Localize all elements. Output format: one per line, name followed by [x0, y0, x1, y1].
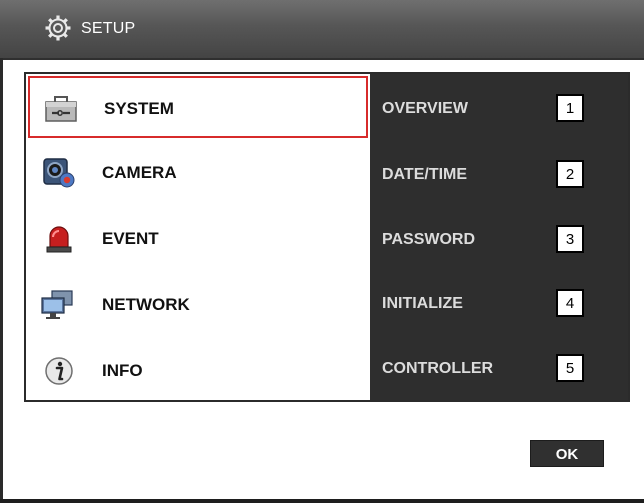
submenu-item-label: PASSWORD	[382, 231, 476, 248]
alarm-light-icon	[46, 226, 72, 253]
ok-button[interactable]: OK	[530, 440, 604, 467]
setup-menu: SYSTEM CAMERA EVENT NETWORK INFO	[26, 74, 370, 400]
gear-icon	[45, 15, 71, 41]
menu-item-network[interactable]: NETWORK	[28, 274, 368, 336]
menu-item-label: CAMERA	[102, 163, 177, 182]
camera-icon	[43, 158, 75, 188]
info-icon	[45, 357, 73, 385]
menu-item-info[interactable]: INFO	[28, 340, 368, 402]
window-edge	[0, 58, 3, 503]
submenu-item-password[interactable]: PASSWORD 3	[370, 209, 628, 273]
number-badge: 1	[556, 94, 584, 122]
number-badge: 4	[556, 289, 584, 317]
submenu-item-label: CONTROLLER	[382, 360, 494, 377]
submenu-item-controller[interactable]: CONTROLLER 5	[370, 338, 628, 402]
page-title: SETUP	[81, 20, 136, 37]
network-monitors-icon	[41, 290, 73, 319]
menu-item-label: NETWORK	[102, 295, 190, 314]
submenu-item-label: OVERVIEW	[382, 100, 468, 117]
submenu-panel: OVERVIEW 1 DATE/TIME 2 PASSWORD 3 INITIA…	[370, 74, 628, 400]
menu-item-system[interactable]: SYSTEM	[28, 76, 368, 138]
submenu-item-overview[interactable]: OVERVIEW 1	[370, 78, 628, 142]
menu-item-label: EVENT	[102, 229, 159, 248]
toolbox-icon	[45, 96, 77, 122]
title-bar: SETUP	[0, 0, 644, 60]
menu-item-label: INFO	[102, 361, 143, 380]
number-badge: 5	[556, 354, 584, 382]
menu-item-label: SYSTEM	[104, 99, 174, 118]
setup-panel: SYSTEM CAMERA EVENT NETWORK INFO OVERVIE…	[24, 72, 630, 402]
number-badge: 2	[556, 160, 584, 188]
submenu-item-date-time[interactable]: DATE/TIME 2	[370, 144, 628, 208]
number-badge: 3	[556, 225, 584, 253]
window-bottom-edge	[0, 499, 644, 503]
submenu-item-label: DATE/TIME	[382, 166, 468, 183]
menu-item-event[interactable]: EVENT	[28, 208, 368, 270]
menu-item-camera[interactable]: CAMERA	[28, 142, 368, 204]
submenu-item-initialize[interactable]: INITIALIZE 4	[370, 273, 628, 337]
submenu-item-label: INITIALIZE	[382, 295, 463, 312]
